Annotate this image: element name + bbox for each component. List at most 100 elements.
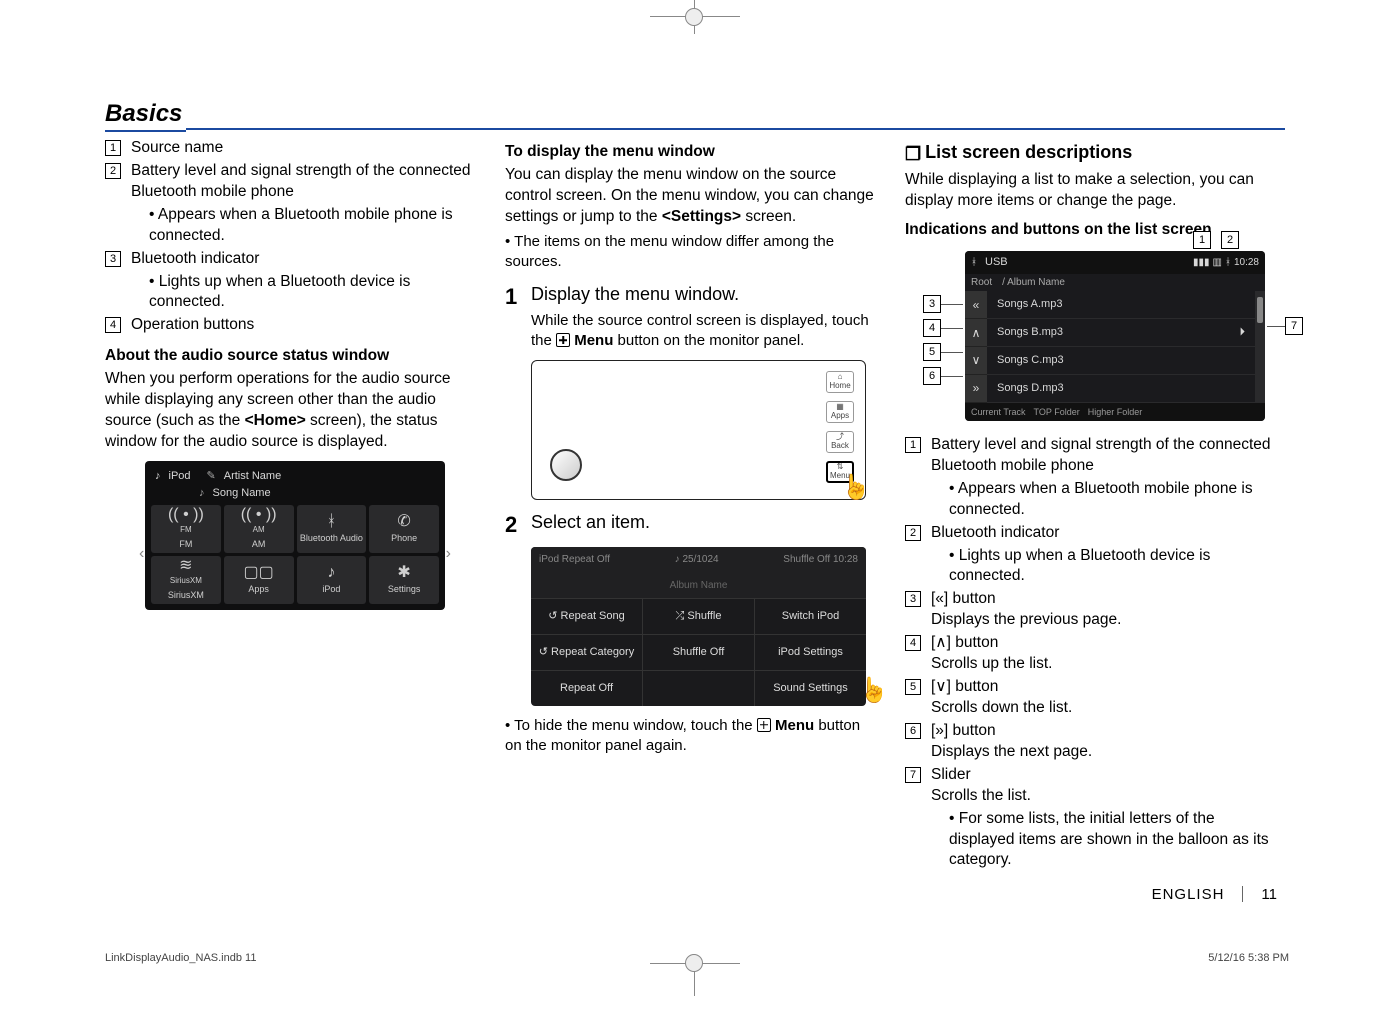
step-1: 1 Display the menu window. While the sou… bbox=[505, 282, 875, 351]
am-icon: (( • )) bbox=[241, 507, 277, 523]
back-icon: ⤴ bbox=[836, 433, 844, 441]
bullet-item: For some lists, the initial letters of t… bbox=[949, 809, 1275, 872]
menu-cell: ↺ Repeat Category bbox=[531, 635, 643, 670]
callout-line bbox=[941, 304, 963, 305]
bullet-list: The items on the menu window differ amon… bbox=[505, 232, 875, 273]
menu-icon bbox=[757, 718, 771, 732]
text-bold: <Settings> bbox=[662, 208, 741, 225]
list-row: Songs B.mp3⏵ bbox=[987, 319, 1255, 347]
subheading: About the audio source status window bbox=[105, 346, 475, 367]
bluetooth audio-icon: ᚼ bbox=[327, 514, 337, 530]
list-item: 1Source name bbox=[105, 138, 475, 159]
source-status-figure: ♪ iPod ✎ Artist Name ♪ Song Name ‹ (( • … bbox=[145, 461, 475, 610]
callout: 5 bbox=[923, 343, 963, 361]
content-sheet: Basics 1Source name2Battery level and si… bbox=[105, 100, 1285, 873]
list-item: 4Operation buttons bbox=[105, 315, 475, 336]
apps-icon: ▢▢ bbox=[244, 565, 274, 581]
section-title-row: Basics bbox=[105, 100, 1285, 132]
text: screen. bbox=[741, 208, 796, 225]
callout: 4 bbox=[923, 319, 963, 337]
bullet-list: To hide the menu window, touch the Menu … bbox=[505, 716, 875, 757]
bluetooth-icon: ᚼ bbox=[1225, 256, 1231, 270]
crop-mark bbox=[685, 954, 703, 972]
list-item: 1Battery level and signal strength of th… bbox=[905, 435, 1275, 521]
subsection-heading: ❐List screen descriptions bbox=[905, 140, 1275, 166]
next-page-icon: › bbox=[446, 543, 451, 565]
list-breadcrumb: Root / Album Name bbox=[965, 274, 1265, 292]
page-footer: ENGLISH 11 bbox=[105, 886, 1285, 903]
source-subheader: ♪ Song Name bbox=[151, 486, 439, 505]
list-screen: ᚼ USB ▮▮▮ ▥ ᚼ 10:28 Root / Album Name bbox=[965, 251, 1265, 421]
separator bbox=[1242, 886, 1243, 902]
text-bold: Menu bbox=[570, 332, 613, 349]
step-number: 1 bbox=[505, 282, 531, 351]
crop-mark bbox=[685, 8, 703, 26]
bullet-item: Appears when a Bluetooth mobile phone is… bbox=[149, 205, 475, 247]
menu-cell bbox=[643, 671, 755, 706]
list-item: 3Bluetooth indicatorLights up when a Blu… bbox=[105, 249, 475, 314]
text: ♪ 25/1024 bbox=[675, 553, 719, 567]
monitor-panel-illustration: ⌂Home▦Apps⤴Back⇅Menu ☝ bbox=[531, 360, 866, 500]
step-title: Display the menu window. bbox=[531, 284, 739, 304]
text: button on the monitor panel. bbox=[613, 332, 804, 349]
music-icon: ♪ bbox=[155, 469, 161, 484]
text: Album Name bbox=[670, 579, 728, 593]
menu-icon bbox=[556, 333, 570, 347]
nav-button: ∨ bbox=[965, 347, 987, 375]
menu-window-figure: iPod Repeat Off ♪ 25/1024 Shuffle Off 10… bbox=[531, 547, 875, 706]
menu-window-header: iPod Repeat Off ♪ 25/1024 Shuffle Off 10… bbox=[531, 547, 866, 573]
text-bold: Menu bbox=[771, 717, 814, 734]
footer-tab: Current Track bbox=[971, 406, 1026, 418]
step-number: 2 bbox=[505, 510, 531, 540]
hand-pointer-icon: ☝ bbox=[841, 472, 871, 504]
song-name: Song Name bbox=[213, 486, 271, 501]
list-item: 4[∧] buttonScrolls up the list. bbox=[905, 633, 1275, 675]
list-item: 7SliderScrolls the list.For some lists, … bbox=[905, 765, 1275, 872]
source-name: iPod bbox=[169, 469, 191, 484]
list-body: «∧∨» Songs A.mp3Songs B.mp3⏵Songs C.mp3S… bbox=[965, 291, 1265, 402]
numbered-list: 1Battery level and signal strength of th… bbox=[905, 435, 1275, 871]
paragraph: When you perform operations for the audi… bbox=[105, 369, 475, 453]
footer-tab: TOP Folder bbox=[1034, 406, 1080, 418]
step-title: Select an item. bbox=[531, 512, 650, 532]
list-screen-figure: 1 2 3456 7 ᚼ USB bbox=[905, 251, 1275, 421]
text: To hide the menu window, touch the bbox=[514, 717, 757, 734]
list-nav-buttons: «∧∨» bbox=[965, 291, 987, 402]
list-row: Songs A.mp3 bbox=[987, 291, 1255, 319]
callout-number: 4 bbox=[923, 319, 941, 337]
list-row: Songs C.mp3 bbox=[987, 347, 1255, 375]
source-label: USB bbox=[985, 255, 1008, 270]
callout-line bbox=[1267, 326, 1285, 327]
apps-panel-button: ▦Apps bbox=[826, 401, 854, 423]
subheading: To display the menu window bbox=[505, 142, 875, 163]
menu-icon: ⇅ bbox=[837, 463, 844, 471]
hand-pointer-icon: ☝ bbox=[859, 675, 889, 707]
callout-number: 1 bbox=[1193, 231, 1211, 249]
home-icon: ⌂ bbox=[838, 373, 843, 381]
bullet-item: Lights up when a Bluetooth device is con… bbox=[949, 546, 1275, 588]
callout: 3 bbox=[923, 295, 963, 313]
bluetooth-icon: ᚼ bbox=[971, 256, 977, 270]
section-title-rule bbox=[186, 128, 1285, 130]
root-label: Root bbox=[971, 276, 992, 290]
menu-row: ↺ Repeat Song⤮ ShuffleSwitch iPod bbox=[531, 598, 866, 634]
nav-button: » bbox=[965, 375, 987, 403]
back-panel-button: ⤴Back bbox=[826, 431, 854, 453]
menu-button-figure: ⌂Home▦Apps⤴Back⇅Menu ☝ bbox=[531, 360, 875, 500]
print-footer-left: LinkDisplayAudio_NAS.indb 11 bbox=[105, 952, 256, 964]
callout-number: 2 bbox=[1221, 231, 1239, 249]
bullet-item: To hide the menu window, touch the Menu … bbox=[505, 716, 875, 757]
step-2: 2 Select an item. bbox=[505, 510, 875, 540]
step-note: While the source control screen is displ… bbox=[531, 311, 875, 352]
ipod-icon: ♪ bbox=[327, 565, 335, 581]
callout-number: 7 bbox=[1285, 317, 1303, 335]
menu-row: Repeat OffSound Settings bbox=[531, 670, 866, 706]
source-header: ♪ iPod ✎ Artist Name bbox=[151, 467, 439, 486]
menu-cell: ⤮ Shuffle bbox=[643, 599, 755, 634]
bullet-item: The items on the menu window differ amon… bbox=[505, 232, 875, 273]
list-item: 6[»] buttonDisplays the next page. bbox=[905, 721, 1275, 763]
section-mark-icon: ❐ bbox=[905, 142, 921, 166]
album-path: / Album Name bbox=[1002, 276, 1065, 290]
print-footer-right: 5/12/16 5:38 PM bbox=[1208, 952, 1289, 964]
section-title: Basics bbox=[105, 100, 186, 132]
